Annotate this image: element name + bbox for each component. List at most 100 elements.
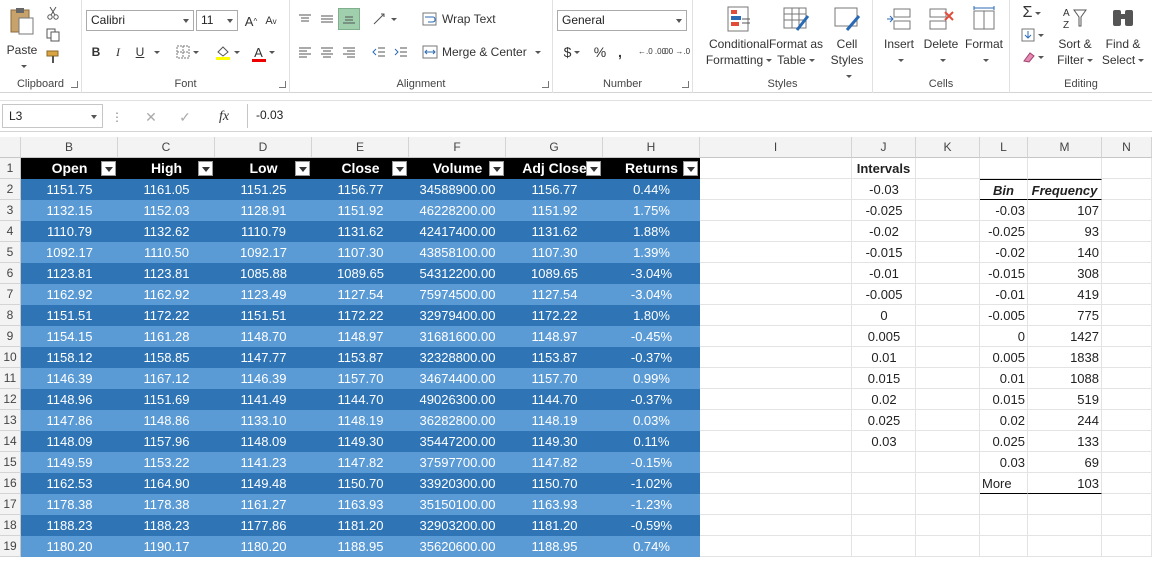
interval-cell[interactable]: 0.03 <box>852 431 916 452</box>
cell[interactable] <box>1102 200 1152 221</box>
data-cell[interactable]: 1154.15 <box>21 326 118 347</box>
data-cell[interactable]: 0.44% <box>603 179 700 200</box>
cell[interactable] <box>700 473 852 494</box>
sort-filter-button[interactable]: AZ Sort & Filter <box>1050 4 1100 68</box>
data-cell[interactable]: 42417400.00 <box>409 221 506 242</box>
worksheet-grid[interactable]: B C D E F G H I J K L M N 1 Open High Low Close Volume Adj … <box>0 137 1152 561</box>
data-cell[interactable]: 1148.97 <box>506 326 603 347</box>
cell[interactable] <box>1102 179 1152 200</box>
bin-cell[interactable]: -0.03 <box>980 200 1028 221</box>
align-top-icon[interactable] <box>294 8 316 30</box>
underline-button[interactable]: U <box>130 42 150 62</box>
data-cell[interactable]: 1148.70 <box>215 326 312 347</box>
frequency-cell[interactable]: 775 <box>1028 305 1102 326</box>
cell[interactable] <box>700 200 852 221</box>
interval-cell[interactable]: -0.01 <box>852 263 916 284</box>
data-cell[interactable]: 1163.93 <box>312 494 409 515</box>
data-cell[interactable]: 0.74% <box>603 536 700 557</box>
row-header[interactable]: 19 <box>0 536 21 557</box>
frequency-cell[interactable]: 1838 <box>1028 347 1102 368</box>
format-as-table-button[interactable]: Format as Table <box>765 4 827 68</box>
frequency-cell[interactable]: 1088 <box>1028 368 1102 389</box>
data-cell[interactable]: 0.11% <box>603 431 700 452</box>
row-header[interactable]: 16 <box>0 473 21 494</box>
interval-cell[interactable]: 0.025 <box>852 410 916 431</box>
data-cell[interactable]: 35620600.00 <box>409 536 506 557</box>
cell[interactable] <box>1102 242 1152 263</box>
data-cell[interactable]: 1161.28 <box>118 326 215 347</box>
cell[interactable] <box>980 494 1028 515</box>
data-cell[interactable]: 1148.19 <box>312 410 409 431</box>
data-cell[interactable]: 1149.30 <box>506 431 603 452</box>
frequency-cell[interactable]: 308 <box>1028 263 1102 284</box>
cell[interactable] <box>916 200 980 221</box>
data-cell[interactable]: 1158.12 <box>21 347 118 368</box>
row-header[interactable]: 15 <box>0 452 21 473</box>
row-header[interactable]: 4 <box>0 221 21 242</box>
cell[interactable] <box>1102 473 1152 494</box>
data-cell[interactable]: 1164.90 <box>118 473 215 494</box>
data-cell[interactable]: -0.37% <box>603 347 700 368</box>
frequency-cell[interactable]: 103 <box>1028 473 1102 494</box>
data-cell[interactable]: 1148.86 <box>118 410 215 431</box>
data-cell[interactable]: 1151.51 <box>215 305 312 326</box>
frequency-cell[interactable]: 69 <box>1028 452 1102 473</box>
data-cell[interactable]: 1132.15 <box>21 200 118 221</box>
data-cell[interactable]: 1188.23 <box>118 515 215 536</box>
data-cell[interactable]: 1156.77 <box>506 179 603 200</box>
row-header[interactable]: 8 <box>0 305 21 326</box>
font-name-select[interactable]: Calibri <box>86 10 194 31</box>
filter-dropdown-icon[interactable] <box>101 161 116 176</box>
data-cell[interactable]: 1110.79 <box>21 221 118 242</box>
data-cell[interactable]: 1151.92 <box>312 200 409 221</box>
clear-icon[interactable] <box>1014 48 1050 66</box>
cell[interactable] <box>700 368 852 389</box>
fill-icon[interactable] <box>1014 26 1050 44</box>
cell[interactable] <box>852 494 916 515</box>
row-header[interactable]: 13 <box>0 410 21 431</box>
data-cell[interactable]: 1146.39 <box>215 368 312 389</box>
data-cell[interactable]: 1181.20 <box>506 515 603 536</box>
bin-cell[interactable]: -0.025 <box>980 221 1028 242</box>
cell[interactable] <box>916 368 980 389</box>
decrease-indent-icon[interactable] <box>368 42 390 62</box>
data-cell[interactable]: 1188.23 <box>21 515 118 536</box>
data-cell[interactable]: 1180.20 <box>21 536 118 557</box>
data-cell[interactable]: 0.03% <box>603 410 700 431</box>
column-header-m[interactable]: M <box>1028 137 1102 158</box>
cell[interactable] <box>916 221 980 242</box>
data-cell[interactable]: 1157.96 <box>118 431 215 452</box>
data-cell[interactable]: 1149.48 <box>215 473 312 494</box>
data-cell[interactable]: 1177.86 <box>215 515 312 536</box>
data-cell[interactable]: 1157.70 <box>506 368 603 389</box>
bin-cell[interactable]: 0 <box>980 326 1028 347</box>
data-cell[interactable]: 1151.69 <box>118 389 215 410</box>
cell[interactable] <box>916 179 980 200</box>
data-cell[interactable]: -0.45% <box>603 326 700 347</box>
grow-font-button[interactable]: A ^ <box>242 12 260 30</box>
select-all-corner[interactable] <box>0 137 21 158</box>
dialog-launcher-icon[interactable] <box>682 81 689 88</box>
frequency-cell[interactable]: 133 <box>1028 431 1102 452</box>
data-cell[interactable]: 1156.77 <box>312 179 409 200</box>
data-cell[interactable]: 1190.17 <box>118 536 215 557</box>
data-cell[interactable]: 1141.49 <box>215 389 312 410</box>
row-header[interactable]: 5 <box>0 242 21 263</box>
data-cell[interactable]: 1092.17 <box>21 242 118 263</box>
data-cell[interactable]: -0.59% <box>603 515 700 536</box>
table-header-cell[interactable]: Close <box>312 158 409 179</box>
data-cell[interactable]: 1147.82 <box>506 452 603 473</box>
interval-cell[interactable]: 0.01 <box>852 347 916 368</box>
row-header[interactable]: 3 <box>0 200 21 221</box>
cell[interactable] <box>916 389 980 410</box>
data-cell[interactable]: 1107.30 <box>312 242 409 263</box>
cell[interactable] <box>700 515 852 536</box>
data-cell[interactable]: 1162.53 <box>21 473 118 494</box>
data-cell[interactable]: 1147.86 <box>21 410 118 431</box>
data-cell[interactable]: -1.02% <box>603 473 700 494</box>
cell[interactable] <box>1102 221 1152 242</box>
data-cell[interactable]: 31681600.00 <box>409 326 506 347</box>
find-select-button[interactable]: Find & Select <box>1098 4 1148 68</box>
data-cell[interactable]: 1128.91 <box>215 200 312 221</box>
data-cell[interactable]: 1110.79 <box>215 221 312 242</box>
